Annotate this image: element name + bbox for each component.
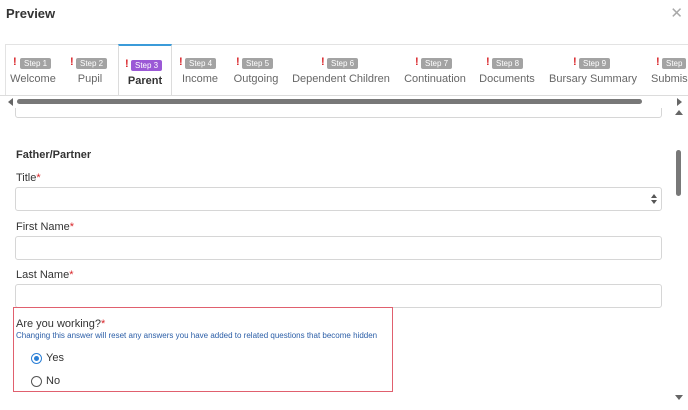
step-badge: Step 3 bbox=[131, 60, 163, 71]
radio-no-label: No bbox=[46, 375, 61, 387]
warning-icon: ! bbox=[656, 56, 660, 68]
close-icon[interactable]: ✕ bbox=[670, 6, 683, 21]
tab-parent[interactable]: ! Step 3 Parent bbox=[118, 44, 172, 95]
warning-icon: ! bbox=[125, 58, 129, 70]
required-marker: * bbox=[101, 318, 106, 330]
tab-pupil[interactable]: ! Step 2 Pupil bbox=[64, 44, 116, 95]
step-badge: Step 5 bbox=[242, 58, 274, 69]
previous-field-input[interactable] bbox=[15, 108, 662, 118]
working-question-label: Are you working?* bbox=[16, 318, 106, 330]
step-badge: Step 8 bbox=[492, 58, 524, 69]
scroll-down-icon[interactable] bbox=[675, 395, 683, 400]
warning-icon: ! bbox=[486, 56, 490, 68]
tab-bursary-summary[interactable]: ! Step 9 Bursary Summary bbox=[543, 44, 643, 95]
dialog-header: Preview ✕ bbox=[0, 0, 688, 34]
warning-icon: ! bbox=[236, 56, 240, 68]
radio-no-button[interactable] bbox=[31, 376, 42, 387]
dialog-title: Preview bbox=[6, 6, 56, 21]
form-content: Father/Partner Title* First Name* Last N… bbox=[0, 108, 674, 404]
first-name-label: First Name* bbox=[16, 221, 75, 233]
title-label: Title* bbox=[16, 172, 41, 184]
title-select[interactable] bbox=[15, 187, 662, 211]
step-badge: Step 4 bbox=[185, 58, 217, 69]
required-marker: * bbox=[36, 172, 41, 184]
warning-icon: ! bbox=[70, 56, 74, 68]
working-question-help: Changing this answer will reset any answ… bbox=[16, 331, 378, 340]
tab-welcome[interactable]: ! Step 1 Welcome bbox=[5, 44, 61, 95]
tab-label: Bursary Summary bbox=[548, 73, 638, 85]
tab-submission[interactable]: ! Step Submis bbox=[646, 44, 688, 95]
section-title: Father/Partner bbox=[16, 149, 92, 161]
horizontal-scroll-thumb[interactable] bbox=[17, 99, 642, 104]
select-arrows-icon bbox=[651, 194, 657, 204]
tab-label: Welcome bbox=[10, 73, 56, 85]
horizontal-scrollbar[interactable] bbox=[0, 96, 688, 108]
step-badge: Step 6 bbox=[327, 58, 359, 69]
required-marker: * bbox=[69, 221, 75, 233]
step-badge: Step 2 bbox=[76, 58, 108, 69]
scroll-up-icon[interactable] bbox=[675, 110, 683, 115]
tab-label: Continuation bbox=[404, 73, 466, 85]
tab-label: Pupil bbox=[77, 73, 103, 85]
step-badge: Step 9 bbox=[579, 58, 611, 69]
tab-outgoing[interactable]: ! Step 5 Outgoing bbox=[228, 44, 284, 95]
tab-documents[interactable]: ! Step 8 Documents bbox=[474, 44, 540, 95]
step-badge: Step bbox=[662, 58, 687, 69]
radio-yes-label: Yes bbox=[46, 352, 64, 364]
warning-icon: ! bbox=[13, 56, 17, 68]
warning-icon: ! bbox=[415, 56, 419, 68]
tab-label: Parent bbox=[127, 75, 163, 87]
step-badge: Step 1 bbox=[20, 58, 52, 69]
working-question-box: Are you working?* Changing this answer w… bbox=[13, 307, 393, 392]
tab-label: Income bbox=[181, 73, 219, 85]
first-name-input[interactable] bbox=[15, 236, 662, 260]
tab-income[interactable]: ! Step 4 Income bbox=[174, 44, 226, 95]
scroll-right-icon[interactable] bbox=[677, 98, 682, 106]
warning-icon: ! bbox=[179, 56, 183, 68]
warning-icon: ! bbox=[573, 56, 577, 68]
vertical-scrollbar[interactable] bbox=[674, 108, 684, 400]
required-marker: * bbox=[69, 269, 74, 281]
tab-dependent-children[interactable]: ! Step 6 Dependent Children bbox=[286, 44, 396, 95]
tab-label: Submis bbox=[651, 73, 688, 85]
step-tabs: ! Step 1 Welcome ! Step 2 Pupil ! Step 3 Pa… bbox=[0, 44, 688, 96]
tab-continuation[interactable]: ! Step 7 Continuation bbox=[398, 44, 472, 95]
warning-icon: ! bbox=[321, 56, 325, 68]
tab-label: Documents bbox=[479, 73, 535, 85]
tab-label: Dependent Children bbox=[292, 73, 390, 85]
step-badge: Step 7 bbox=[421, 58, 453, 69]
last-name-input[interactable] bbox=[15, 284, 662, 308]
tab-label: Outgoing bbox=[233, 73, 279, 85]
last-name-label: Last Name* bbox=[16, 269, 74, 281]
radio-yes-button[interactable] bbox=[31, 353, 42, 364]
vertical-scroll-thumb[interactable] bbox=[676, 150, 681, 196]
scroll-left-icon[interactable] bbox=[8, 98, 13, 106]
